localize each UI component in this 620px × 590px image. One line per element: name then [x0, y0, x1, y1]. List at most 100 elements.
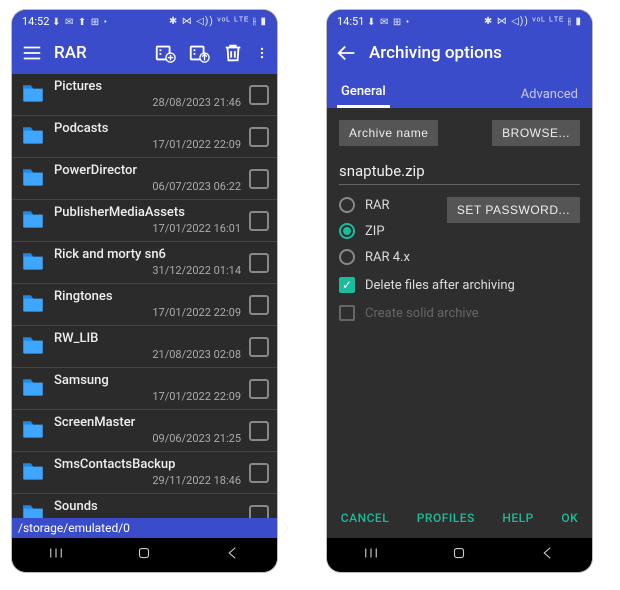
file-date: 21/08/2023 02:08: [54, 348, 241, 361]
radio-icon: [339, 249, 355, 265]
bottom-actions: CANCEL PROFILES HELP OK: [327, 498, 592, 538]
radio-rar[interactable]: RAR: [339, 197, 439, 213]
file-checkbox[interactable]: [249, 421, 269, 441]
nav-bar: [12, 538, 277, 572]
folder-icon: [20, 416, 46, 446]
menu-icon[interactable]: [20, 41, 44, 65]
file-date: 17/01/2022 16:01: [54, 222, 241, 235]
file-row[interactable]: PublisherMediaAssets 17/01/2022 16:01: [12, 200, 277, 242]
file-date: 17/01/2022 22:09: [54, 306, 241, 319]
file-name: ScreenMaster: [54, 416, 241, 430]
checkbox-solid-archive: Create solid archive: [339, 305, 580, 321]
folder-icon: [20, 458, 46, 488]
file-row[interactable]: PowerDirector 06/07/2023 06:22: [12, 158, 277, 200]
file-date: 17/01/2022 22:09: [54, 390, 241, 403]
folder-icon: [20, 374, 46, 404]
screen-title: Archiving options: [369, 43, 584, 63]
profiles-button[interactable]: PROFILES: [417, 511, 475, 525]
folder-icon: [20, 164, 46, 194]
file-checkbox[interactable]: [249, 463, 269, 483]
file-date: 17/01/2022 22:09: [54, 138, 241, 151]
folder-icon: [20, 332, 46, 362]
file-row[interactable]: Podcasts 17/01/2022 22:09: [12, 116, 277, 158]
file-checkbox[interactable]: [249, 85, 269, 105]
file-name: RW_LIB: [54, 332, 241, 346]
file-checkbox[interactable]: [249, 169, 269, 189]
status-bar: 14:51 ⬇ ✉ ⊞ • ✱ ⋈ ◁)) ᵛᵒᴸ ᴸᵀᴱ ⫲ ▮: [327, 10, 592, 32]
file-name: SmsContactsBackup: [54, 458, 241, 472]
status-time: 14:51: [337, 15, 364, 28]
folder-icon: [20, 290, 46, 320]
nav-home-icon[interactable]: [135, 544, 153, 566]
tab-advanced[interactable]: Advanced: [517, 81, 582, 108]
set-password-button[interactable]: SET PASSWORD...: [447, 197, 580, 223]
file-checkbox[interactable]: [249, 337, 269, 357]
checkbox-delete-after[interactable]: Delete files after archiving: [339, 277, 580, 293]
file-checkbox[interactable]: [249, 505, 269, 519]
checkbox-icon: [339, 277, 355, 293]
file-name: PublisherMediaAssets: [54, 206, 241, 220]
status-bar: 14:52 ⬇ ✉ ⬆ ⊞ • ✱ ⋈ ◁)) ᵛᵒᴸ ᴸᵀᴱ ⫲ ▮: [12, 10, 277, 32]
file-checkbox[interactable]: [249, 295, 269, 315]
file-row[interactable]: Sounds 31/12/2022 04:34: [12, 494, 277, 518]
checkbox-icon: [339, 305, 355, 321]
file-row[interactable]: Ringtones 17/01/2022 22:09: [12, 284, 277, 326]
ok-button[interactable]: OK: [561, 511, 578, 525]
file-checkbox[interactable]: [249, 127, 269, 147]
back-icon[interactable]: [335, 41, 359, 65]
file-name: Rick and morty sn6: [54, 248, 241, 262]
app-title: RAR: [54, 43, 143, 63]
nav-recents-icon[interactable]: [47, 544, 65, 566]
app-bar: Archiving options: [327, 32, 592, 74]
status-left-icons: ⬇ ✉ ⊞ •: [367, 17, 410, 28]
status-time: 14:52: [22, 15, 49, 28]
cancel-button[interactable]: CANCEL: [341, 511, 389, 525]
overflow-icon[interactable]: [255, 41, 269, 65]
file-name: Pictures: [54, 80, 241, 94]
file-name: Ringtones: [54, 290, 241, 304]
file-row[interactable]: SmsContactsBackup 29/11/2022 18:46: [12, 452, 277, 494]
file-date: 31/12/2022 01:14: [54, 264, 241, 277]
file-date: 06/07/2023 06:22: [54, 180, 241, 193]
radio-rar4x[interactable]: RAR 4.x: [339, 249, 439, 265]
file-list[interactable]: Pictures 28/08/2023 21:46 Podcasts 17/01…: [12, 74, 277, 518]
browse-button[interactable]: BROWSE...: [492, 120, 580, 146]
file-name: Sounds: [54, 500, 241, 514]
phone-left: 14:52 ⬇ ✉ ⬆ ⊞ • ✱ ⋈ ◁)) ᵛᵒᴸ ᴸᵀᴱ ⫲ ▮ RAR …: [12, 10, 277, 572]
nav-recents-icon[interactable]: [362, 544, 380, 566]
add-archive-icon[interactable]: [153, 41, 177, 65]
file-name: PowerDirector: [54, 164, 241, 178]
help-button[interactable]: HELP: [502, 511, 533, 525]
radio-icon: [339, 197, 355, 213]
nav-back-icon[interactable]: [224, 544, 242, 566]
radio-icon: [339, 223, 355, 239]
path-bar[interactable]: /storage/emulated/0: [12, 518, 277, 538]
file-row[interactable]: Pictures 28/08/2023 21:46: [12, 74, 277, 116]
extract-archive-icon[interactable]: [187, 41, 211, 65]
folder-icon: [20, 122, 46, 152]
delete-icon[interactable]: [221, 41, 245, 65]
file-date: 09/06/2023 21:25: [54, 432, 241, 445]
tab-general[interactable]: General: [337, 78, 390, 108]
tab-bar: General Advanced: [327, 74, 592, 108]
status-right-icons: ✱ ⋈ ◁)) ᵛᵒᴸ ᴸᵀᴱ ⫲ ▮: [484, 16, 582, 27]
folder-icon: [20, 206, 46, 236]
nav-back-icon[interactable]: [539, 544, 557, 566]
archive-name-label[interactable]: Archive name: [339, 120, 438, 146]
file-row[interactable]: RW_LIB 21/08/2023 02:08: [12, 326, 277, 368]
app-bar: RAR: [12, 32, 277, 74]
content: Archive name BROWSE... snaptube.zip RAR …: [327, 108, 592, 498]
archive-name-input[interactable]: snaptube.zip: [339, 158, 580, 185]
nav-home-icon[interactable]: [450, 544, 468, 566]
file-checkbox[interactable]: [249, 379, 269, 399]
file-row[interactable]: ScreenMaster 09/06/2023 21:25: [12, 410, 277, 452]
file-name: Podcasts: [54, 122, 241, 136]
file-checkbox[interactable]: [249, 253, 269, 273]
file-date: 28/08/2023 21:46: [54, 96, 241, 109]
radio-zip[interactable]: ZIP: [339, 223, 439, 239]
file-row[interactable]: Rick and morty sn6 31/12/2022 01:14: [12, 242, 277, 284]
file-row[interactable]: Samsung 17/01/2022 22:09: [12, 368, 277, 410]
file-checkbox[interactable]: [249, 211, 269, 231]
file-name: Samsung: [54, 374, 241, 388]
folder-icon: [20, 248, 46, 278]
